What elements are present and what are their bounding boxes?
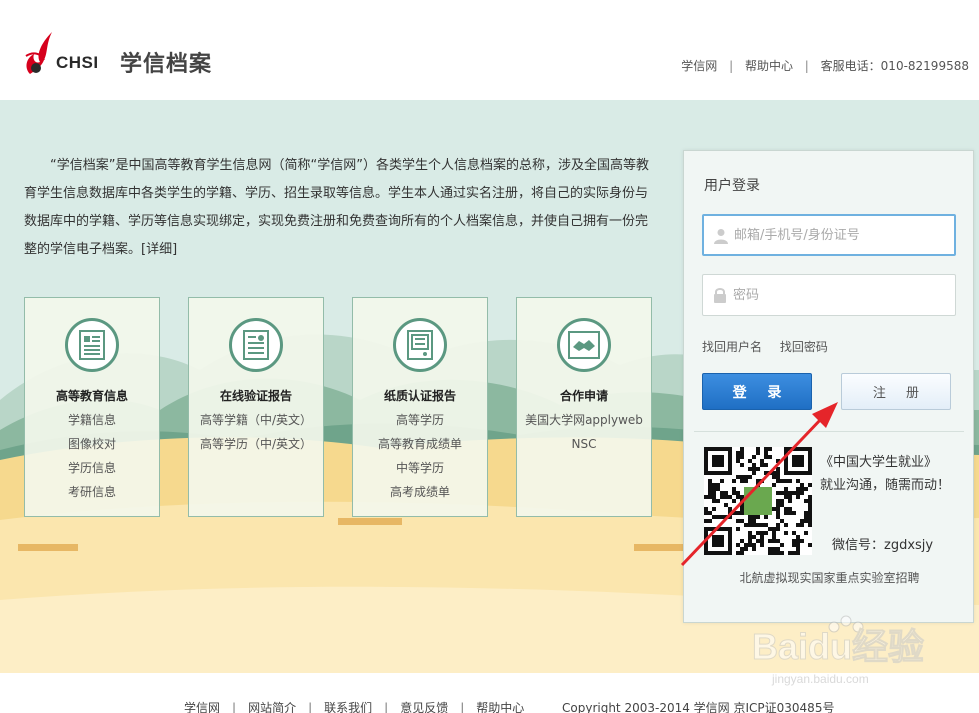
card-link-list: 高等学籍（中/英文） 高等学历（中/英文）: [189, 408, 323, 456]
wechat-id: 微信号：zgdxsjy: [832, 538, 934, 553]
footer: 学信网 | 网站简介 | 联系我们 | 意见反馈 | 帮助中心 Copyright 2003-2…: [0, 673, 979, 713]
card-link[interactable]: 学历信息: [25, 456, 159, 480]
separator: |: [804, 59, 809, 73]
hotline-text: 客服电话：010-82199588: [820, 59, 969, 73]
login-heading: 用户登录: [704, 178, 760, 194]
card-link-list: 学籍信息 图像校对 学历信息 考研信息: [25, 408, 159, 504]
user-icon: [714, 229, 728, 244]
card-online-verification-report: 在线验证报告 高等学籍（中/英文） 高等学历（中/英文）: [188, 297, 324, 517]
card-title: 在线验证报告: [219, 389, 292, 403]
register-button[interactable]: 注 册: [841, 373, 951, 410]
card-higher-education-info: 高等教育信息 学籍信息 图像校对 学历信息 考研信息: [24, 297, 160, 517]
password-field[interactable]: [702, 274, 956, 316]
footer-link-feedback[interactable]: 意见反馈: [400, 701, 448, 713]
logo-brand-text: CHSI: [56, 53, 99, 72]
footer-link-help[interactable]: 帮助中心: [476, 701, 524, 713]
username-field[interactable]: [702, 214, 956, 256]
footer-link-about[interactable]: 网站简介: [248, 701, 296, 713]
paper-report-icon[interactable]: [393, 318, 447, 372]
flame-logo-icon: [25, 32, 52, 74]
find-username-link[interactable]: 找回用户名: [702, 340, 762, 354]
card-link-list: 高等学历 高等教育成绩单 中等学历 高考成绩单: [353, 408, 487, 504]
top-links: 学信网 | 帮助中心 | 客服电话：010-82199588: [681, 57, 969, 74]
chsi-logo[interactable]: CHSI 学信档案: [22, 30, 222, 78]
card-link[interactable]: 中等学历: [353, 456, 487, 480]
card-link[interactable]: 学籍信息: [25, 408, 159, 432]
card-link[interactable]: 考研信息: [25, 480, 159, 504]
card-link[interactable]: 高考成绩单: [353, 480, 487, 504]
divider: [694, 431, 964, 432]
intro-more-link[interactable]: [详细]: [141, 242, 177, 257]
document-list-icon[interactable]: [65, 318, 119, 372]
certificate-report-icon[interactable]: [229, 318, 283, 372]
page: CHSI 学信档案 学信网 | 帮助中心 | 客服电话：010-82199588…: [0, 0, 979, 713]
card-title: 纸质认证报告: [383, 389, 456, 403]
card-link[interactable]: 高等学历（中/英文）: [189, 432, 323, 456]
footer-links: 学信网 | 网站简介 | 联系我们 | 意见反馈 | 帮助中心: [184, 699, 524, 713]
card-link[interactable]: 高等学籍（中/英文）: [189, 408, 323, 432]
recruit-link[interactable]: 北航虚拟现实国家重点实验室招聘: [684, 569, 975, 586]
handshake-icon[interactable]: [557, 318, 611, 372]
promo-title: 《中国大学生就业》: [820, 455, 938, 470]
find-password-link[interactable]: 找回密码: [780, 340, 828, 354]
recover-links: 找回用户名 找回密码: [702, 338, 842, 355]
login-button[interactable]: 登 录: [702, 373, 812, 410]
header: CHSI 学信档案 学信网 | 帮助中心 | 客服电话：010-82199588: [0, 0, 979, 100]
top-link-help[interactable]: 帮助中心: [745, 59, 793, 73]
separator: |: [232, 701, 237, 713]
card-paper-certification-report: 纸质认证报告 高等学历 高等教育成绩单 中等学历 高考成绩单: [352, 297, 488, 517]
card-link[interactable]: NSC: [517, 432, 651, 456]
separator: |: [308, 701, 313, 713]
card-link[interactable]: 高等教育成绩单: [353, 432, 487, 456]
footer-link-contact[interactable]: 联系我们: [324, 701, 372, 713]
site-name: 学信档案: [120, 52, 213, 77]
login-panel: 用户登录 找回用户名 找回密码 登 录 注 册 《中国大学生就业》 就业沟通，随…: [683, 150, 974, 623]
separator: |: [384, 701, 389, 713]
intro-paragraph: “学信档案”是中国高等教育学生信息网（简称“学信网”）各类学生个人信息档案的总称…: [24, 152, 656, 264]
separator: |: [729, 59, 734, 73]
card-link[interactable]: 美国大学网applyweb: [517, 408, 651, 432]
card-cooperation-application: 合作申请 美国大学网applyweb NSC: [516, 297, 652, 517]
card-title: 合作申请: [559, 389, 608, 403]
password-input[interactable]: [733, 275, 948, 315]
lock-icon: [714, 288, 726, 303]
card-link-list: 美国大学网applyweb NSC: [517, 408, 651, 456]
username-input[interactable]: [734, 216, 949, 254]
separator: |: [460, 701, 465, 713]
card-title: 高等教育信息: [55, 389, 128, 403]
footer-link-chsi[interactable]: 学信网: [184, 701, 220, 713]
card-link[interactable]: 图像校对: [25, 432, 159, 456]
card-link[interactable]: 高等学历: [353, 408, 487, 432]
top-link-chsi[interactable]: 学信网: [681, 59, 717, 73]
intro-text: “学信档案”是中国高等教育学生信息网（简称“学信网”）各类学生个人信息档案的总称…: [24, 158, 649, 257]
promo-subtitle: 就业沟通，随需而动！: [820, 478, 951, 493]
copyright: Copyright 2003-2014 学信网 京ICP证030485号: [562, 701, 835, 713]
wechat-qr-code: [704, 447, 812, 555]
